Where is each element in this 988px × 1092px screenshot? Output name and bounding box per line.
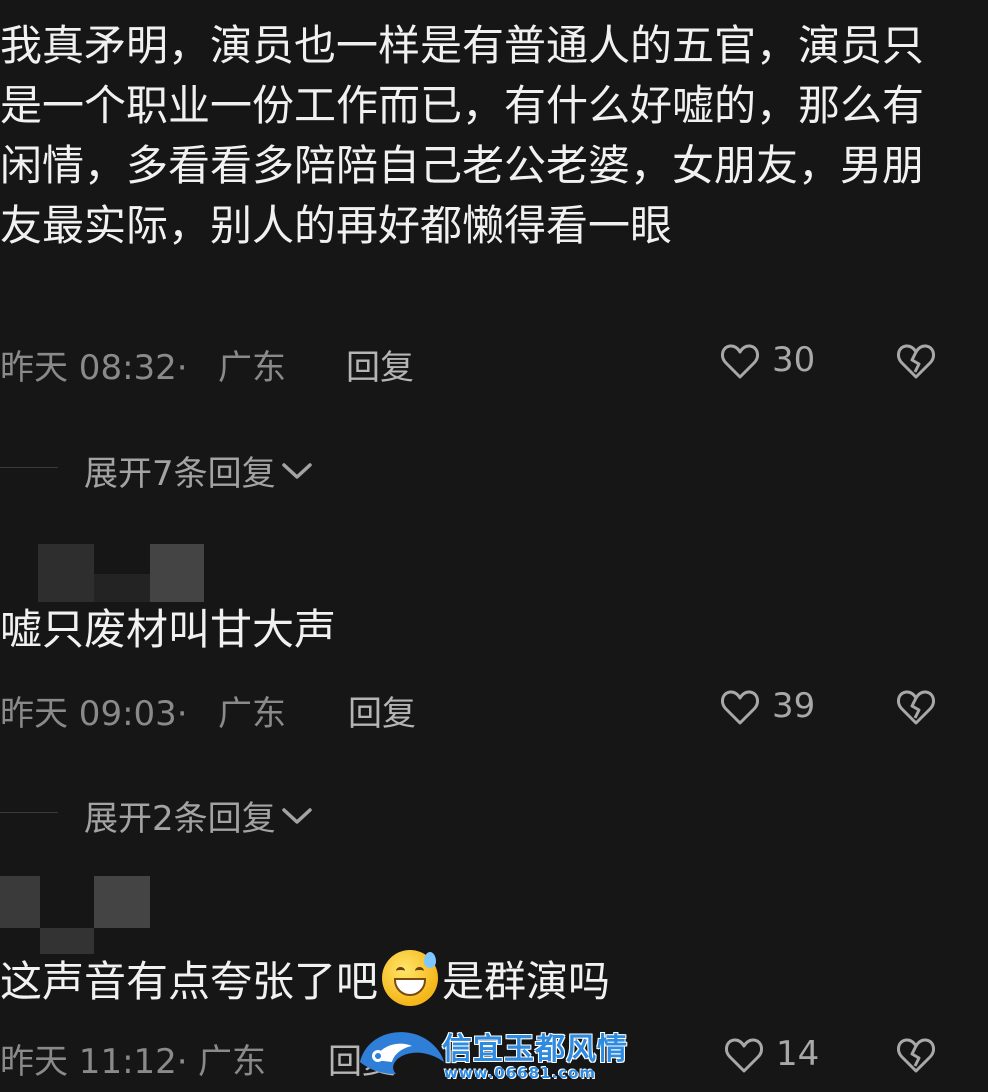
comment-1-time: 昨天 08:32· [0, 348, 188, 388]
comment-1-like-count: 30 [772, 340, 816, 380]
comment-3-text-before: 这声音有点夸张了吧 [0, 957, 379, 1006]
avatar-pixel [94, 574, 150, 602]
avatar-pixel [150, 544, 204, 602]
chevron-down-icon [281, 462, 312, 479]
avatar-pixel [0, 876, 40, 928]
comment-2-expand-label: 展开2条回复 [84, 799, 276, 839]
expand-divider-line [0, 812, 58, 813]
watermark-title: 信宜玉都风情 [442, 1032, 628, 1067]
comment-2-like-count: 39 [772, 686, 816, 726]
comment-1-reply-button[interactable]: 回复 [346, 340, 414, 389]
comment-3-text-after: 是群演吗 [442, 957, 611, 1006]
site-watermark: 信宜玉都风情 www.06681.com [356, 1020, 636, 1086]
grinning-sweat-emoji-icon [382, 950, 439, 1006]
comment-3-like-count: 14 [776, 1034, 820, 1074]
comment-2-dislike-button[interactable] [896, 688, 936, 726]
heart-outline-icon [721, 344, 759, 379]
comment-2-time: 昨天 09:03· [0, 694, 188, 734]
broken-heart-icon [897, 690, 935, 725]
comment-1-expand-replies[interactable]: 展开7条回复 [84, 446, 314, 495]
comment-1-like-button[interactable] [720, 342, 760, 380]
avatar-pixel [94, 876, 150, 928]
heart-outline-icon [725, 1038, 763, 1073]
comment-3-dislike-button[interactable] [896, 1036, 936, 1074]
chevron-down-icon [281, 807, 312, 824]
heart-outline-icon [721, 690, 759, 725]
comment-3-location: 广东 [198, 1042, 266, 1082]
broken-heart-icon [897, 1038, 935, 1073]
comment-2-reply-button[interactable]: 回复 [348, 686, 416, 735]
broken-heart-icon [897, 344, 935, 379]
comment-3-time: 昨天 11:12· [0, 1042, 188, 1082]
comment-1-dislike-button[interactable] [896, 342, 936, 380]
comment-3-avatar[interactable] [0, 876, 150, 954]
comment-2-text: 嘘只废材叫甘大声 [0, 605, 337, 654]
comment-1-text: 我真矛明，演员也一样是有普通人的五官，演员只是一个职业一份工作而已，有什么好嘘的… [0, 21, 925, 250]
wave-logo-icon [360, 1032, 444, 1074]
comment-1-location: 广东 [218, 348, 286, 388]
comment-1-expand-label: 展开7条回复 [84, 454, 276, 494]
comment-2-like-button[interactable] [720, 688, 760, 726]
avatar-pixel [38, 544, 94, 602]
watermark-url: www.06681.com [444, 1064, 597, 1082]
comment-3-like-button[interactable] [724, 1036, 764, 1074]
comment-2-expand-replies[interactable]: 展开2条回复 [84, 791, 314, 840]
comment-2-location: 广东 [218, 694, 286, 734]
comment-3-text: 这声音有点夸张了吧 是群演吗 [0, 950, 940, 1012]
expand-divider-line [0, 467, 58, 468]
comment-2-avatar[interactable] [38, 544, 204, 602]
